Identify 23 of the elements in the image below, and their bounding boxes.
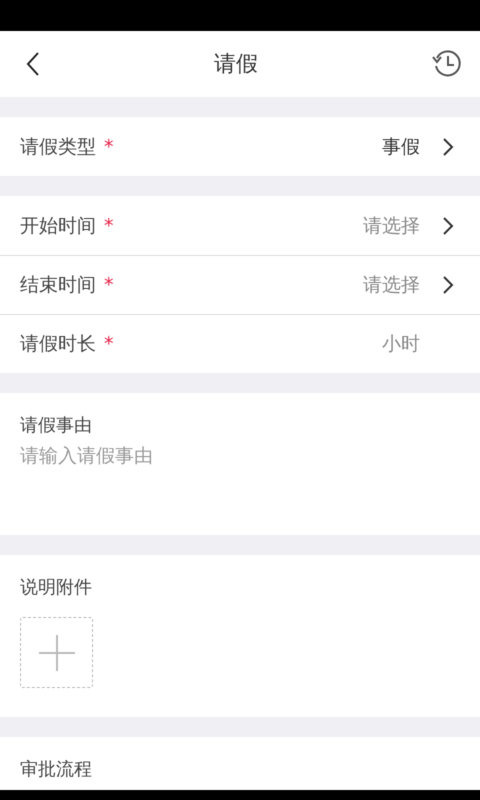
chevron-right-icon [442,216,454,236]
field-placeholder: 小时 [382,332,420,357]
select-row[interactable]: 开始时间 * 请选择 [0,196,480,255]
plus-icon [36,632,76,672]
field-label: 开始时间 [20,214,96,238]
field-value: 事假 [382,134,420,160]
chevron-right-icon [442,275,454,295]
field-label: 请假类型 [20,134,96,160]
page-title: 请假 [214,51,258,79]
chevron-right-icon [442,136,454,156]
required-mark: * [104,136,114,158]
select-row[interactable]: 请假类型 * 事假 [0,117,480,176]
section-label: 请假事由 [20,414,92,437]
section-label: 审批流程 [20,758,92,781]
required-mark: * [104,333,114,355]
field-placeholder: 请选择 [363,273,420,298]
field-label: 请假时长 [20,332,96,357]
field-placeholder: 请选择 [363,214,420,238]
required-mark: * [104,214,114,236]
section-label: 说明附件 [20,576,92,599]
field-label: 结束时间 [20,273,96,298]
required-mark: * [104,274,114,296]
back-icon[interactable] [25,51,41,77]
